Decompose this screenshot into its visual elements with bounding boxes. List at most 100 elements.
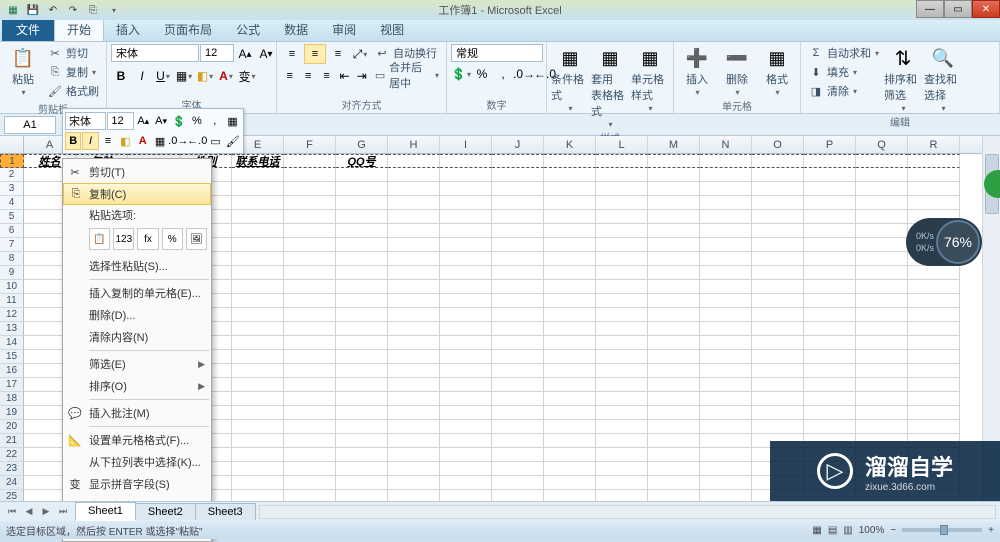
cell[interactable]	[804, 154, 856, 168]
cell[interactable]	[440, 224, 492, 238]
cell[interactable]	[908, 196, 960, 210]
cell[interactable]	[596, 378, 648, 392]
col-header-H[interactable]: H	[388, 136, 440, 153]
find-select-button[interactable]: 🔍查找和选择▾	[924, 44, 962, 113]
cell[interactable]	[700, 364, 752, 378]
cell[interactable]	[908, 406, 960, 420]
row-header-10[interactable]: 10	[0, 280, 24, 294]
tab-home[interactable]: 开始	[54, 17, 104, 41]
cell[interactable]	[596, 490, 648, 501]
col-header-I[interactable]: I	[440, 136, 492, 153]
row-header-4[interactable]: 4	[0, 196, 24, 210]
row-header-1[interactable]: 1	[0, 154, 24, 168]
cell[interactable]	[284, 182, 336, 196]
cell[interactable]	[648, 476, 700, 490]
cell[interactable]	[440, 406, 492, 420]
cell[interactable]	[752, 420, 804, 434]
cell[interactable]	[908, 294, 960, 308]
cell[interactable]	[700, 462, 752, 476]
cell[interactable]	[856, 364, 908, 378]
cell[interactable]	[388, 420, 440, 434]
mini-dec-inc[interactable]: .0→	[169, 132, 187, 150]
cell[interactable]	[388, 462, 440, 476]
sort-filter-button[interactable]: ⇅排序和筛选▾	[884, 44, 922, 113]
cell[interactable]	[648, 294, 700, 308]
row-header-6[interactable]: 6	[0, 224, 24, 238]
cell[interactable]	[908, 168, 960, 182]
cell[interactable]	[544, 294, 596, 308]
cell[interactable]	[232, 434, 284, 448]
paste-button[interactable]: 📋 粘贴 ▾	[4, 44, 42, 97]
cell[interactable]	[908, 322, 960, 336]
mini-size-combo[interactable]: 12	[107, 112, 134, 130]
cell[interactable]	[752, 322, 804, 336]
paste-opt-link[interactable]: 🖼	[186, 228, 207, 250]
qat-dropdown-icon[interactable]: ▾	[105, 2, 123, 18]
cell[interactable]	[596, 196, 648, 210]
cell[interactable]	[648, 196, 700, 210]
cell[interactable]	[440, 266, 492, 280]
cell[interactable]	[856, 336, 908, 350]
bold-button[interactable]: B	[111, 66, 131, 86]
cell[interactable]	[648, 364, 700, 378]
cell[interactable]	[596, 308, 648, 322]
cell[interactable]	[232, 392, 284, 406]
cell-styles-button[interactable]: ▦单元格样式▾	[631, 44, 669, 113]
cell[interactable]	[284, 490, 336, 501]
cell[interactable]	[856, 210, 908, 224]
cell[interactable]	[440, 252, 492, 266]
cell[interactable]	[388, 154, 440, 168]
cell[interactable]	[388, 392, 440, 406]
cell[interactable]	[908, 336, 960, 350]
cell[interactable]	[752, 378, 804, 392]
cell[interactable]	[492, 210, 544, 224]
cell[interactable]	[596, 462, 648, 476]
col-header-Q[interactable]: Q	[856, 136, 908, 153]
cell[interactable]	[908, 154, 960, 168]
cell[interactable]	[700, 252, 752, 266]
cell[interactable]	[752, 252, 804, 266]
cell[interactable]	[544, 252, 596, 266]
row-header-20[interactable]: 20	[0, 420, 24, 434]
cell[interactable]	[544, 350, 596, 364]
cell[interactable]	[856, 322, 908, 336]
cell[interactable]	[232, 294, 284, 308]
table-format-button[interactable]: ▦套用 表格格式▾	[591, 44, 629, 129]
cell[interactable]	[596, 238, 648, 252]
cell[interactable]	[388, 350, 440, 364]
cell[interactable]	[856, 420, 908, 434]
row-header-5[interactable]: 5	[0, 210, 24, 224]
cell[interactable]	[440, 336, 492, 350]
cell[interactable]	[648, 350, 700, 364]
cell[interactable]	[804, 252, 856, 266]
cell[interactable]	[492, 196, 544, 210]
cell[interactable]	[336, 392, 388, 406]
cell[interactable]	[700, 350, 752, 364]
cell[interactable]	[804, 294, 856, 308]
view-break-button[interactable]: ▥	[843, 525, 852, 536]
cell[interactable]	[544, 420, 596, 434]
cell[interactable]	[700, 224, 752, 238]
cell[interactable]	[804, 392, 856, 406]
font-size-combo[interactable]: 12	[200, 44, 234, 62]
sheet-last-button[interactable]: ⏭	[55, 505, 71, 519]
cell[interactable]	[752, 392, 804, 406]
autosum-button[interactable]: Σ自动求和▾	[805, 44, 882, 62]
cell[interactable]	[648, 462, 700, 476]
cell[interactable]	[856, 392, 908, 406]
cell[interactable]	[492, 434, 544, 448]
cell[interactable]	[336, 252, 388, 266]
cell[interactable]	[284, 238, 336, 252]
cell[interactable]	[284, 462, 336, 476]
col-header-R[interactable]: R	[908, 136, 960, 153]
sheet-next-button[interactable]: ▶	[38, 505, 54, 519]
cell[interactable]	[388, 322, 440, 336]
mini-align[interactable]: ≡	[100, 132, 116, 150]
cell[interactable]	[804, 406, 856, 420]
cell[interactable]	[700, 182, 752, 196]
cell[interactable]	[336, 406, 388, 420]
tab-review[interactable]: 审阅	[320, 18, 368, 41]
mini-shrink-font[interactable]: A▾	[153, 112, 170, 130]
cell[interactable]	[388, 182, 440, 196]
cell[interactable]	[700, 434, 752, 448]
